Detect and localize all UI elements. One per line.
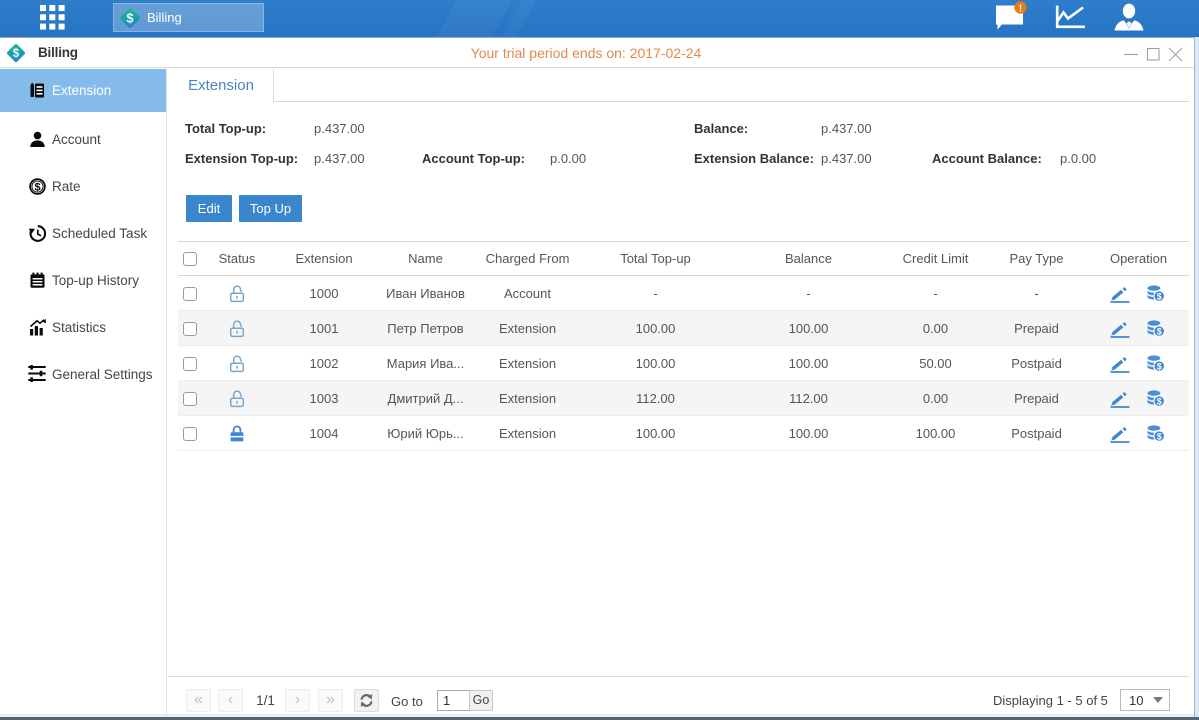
svg-text:$: $ (126, 11, 134, 26)
svg-text:$: $ (1156, 327, 1161, 337)
svg-text:$: $ (1156, 397, 1161, 407)
svg-text:$: $ (34, 182, 40, 194)
svg-text:$: $ (1156, 432, 1161, 442)
svg-text:$: $ (1156, 292, 1161, 302)
svg-text:!: ! (1019, 4, 1022, 15)
svg-text:$: $ (1156, 362, 1161, 372)
